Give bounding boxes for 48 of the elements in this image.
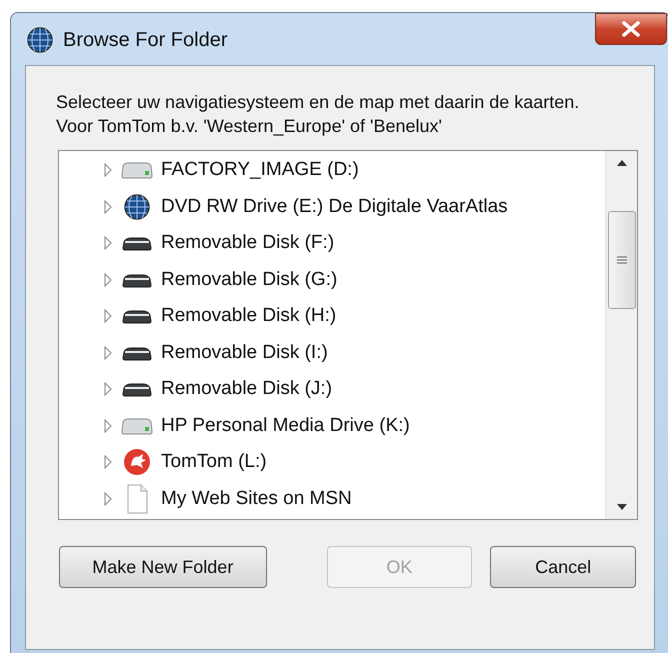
tree-item[interactable]: My Web Sites on MSN	[103, 480, 605, 517]
tree-item[interactable]: Removable Disk (G:)	[103, 262, 605, 298]
close-icon	[621, 21, 641, 37]
globe-icon	[124, 194, 150, 220]
window-title: Browse For Folder	[63, 28, 228, 53]
app-globe-icon	[27, 27, 53, 53]
tree-item[interactable]: Removable Disk (I:)	[103, 334, 605, 371]
expand-arrow-icon	[103, 200, 113, 214]
tree-item-label: Removable Disk (J:)	[161, 377, 332, 401]
hard-drive-icon	[120, 160, 154, 180]
scroll-up-icon[interactable]	[616, 159, 628, 167]
scrollbar-thumb[interactable]	[608, 211, 636, 309]
tree-item[interactable]: Removable Disk (H:)	[103, 298, 605, 334]
page-icon	[125, 484, 149, 514]
tree-item-label: Removable Disk (G:)	[161, 268, 338, 292]
tree-item-label: FACTORY_IMAGE (D:)	[161, 158, 359, 182]
close-button[interactable]	[595, 13, 667, 45]
tree-item-label: My Web Sites on MSN	[161, 486, 352, 510]
expand-arrow-icon	[103, 236, 113, 250]
hard-drive-icon	[120, 416, 154, 436]
expand-arrow-icon	[103, 382, 113, 396]
tree-item-label: DVD RW Drive (E:) De Digitale VaarAtlas	[161, 194, 508, 218]
dialog-button[interactable]: Make New Folder	[59, 546, 267, 588]
expand-arrow-icon	[103, 163, 113, 178]
expand-arrow-icon	[103, 309, 113, 324]
hand-logo-icon	[123, 448, 151, 476]
expand-arrow-icon	[103, 455, 113, 470]
tree-item-label: TomTom (L:)	[161, 450, 267, 474]
tree-item[interactable]: Removable Disk (F:)	[103, 225, 605, 262]
instruction-text: Selecteer uw navigatiesysteem en de map met daarin de kaarten.	[56, 91, 580, 114]
dialog-button[interactable]: Cancel	[490, 546, 636, 588]
grip-icon	[616, 256, 626, 264]
expand-arrow-icon	[103, 418, 113, 433]
expand-arrow-icon	[103, 272, 113, 287]
expand-arrow-icon	[103, 346, 113, 360]
expand-arrow-icon	[103, 492, 113, 506]
tree-item-label: Removable Disk (I:)	[161, 340, 328, 364]
instruction-text: Voor TomTom b.v. 'Western_Europe' of 'Benelux'	[56, 115, 443, 138]
tree-item[interactable]: Removable Disk (J:)	[103, 371, 605, 408]
tree-item-label: Removable Disk (F:)	[161, 231, 334, 255]
tree-item-label: Removable Disk (H:)	[161, 304, 336, 328]
tree-item[interactable]: TomTom (L:)	[103, 444, 605, 480]
tree-item[interactable]: FACTORY_IMAGE (D:)	[103, 152, 605, 188]
scrollbar[interactable]	[605, 151, 637, 519]
scroll-down-icon[interactable]	[616, 503, 628, 511]
tree-item-label: HP Personal Media Drive (K:)	[161, 414, 410, 438]
tree-item[interactable]: HP Personal Media Drive (K:)	[103, 408, 605, 444]
tree-item[interactable]: DVD RW Drive (E:) De Digitale VaarAtlas	[103, 188, 605, 225]
